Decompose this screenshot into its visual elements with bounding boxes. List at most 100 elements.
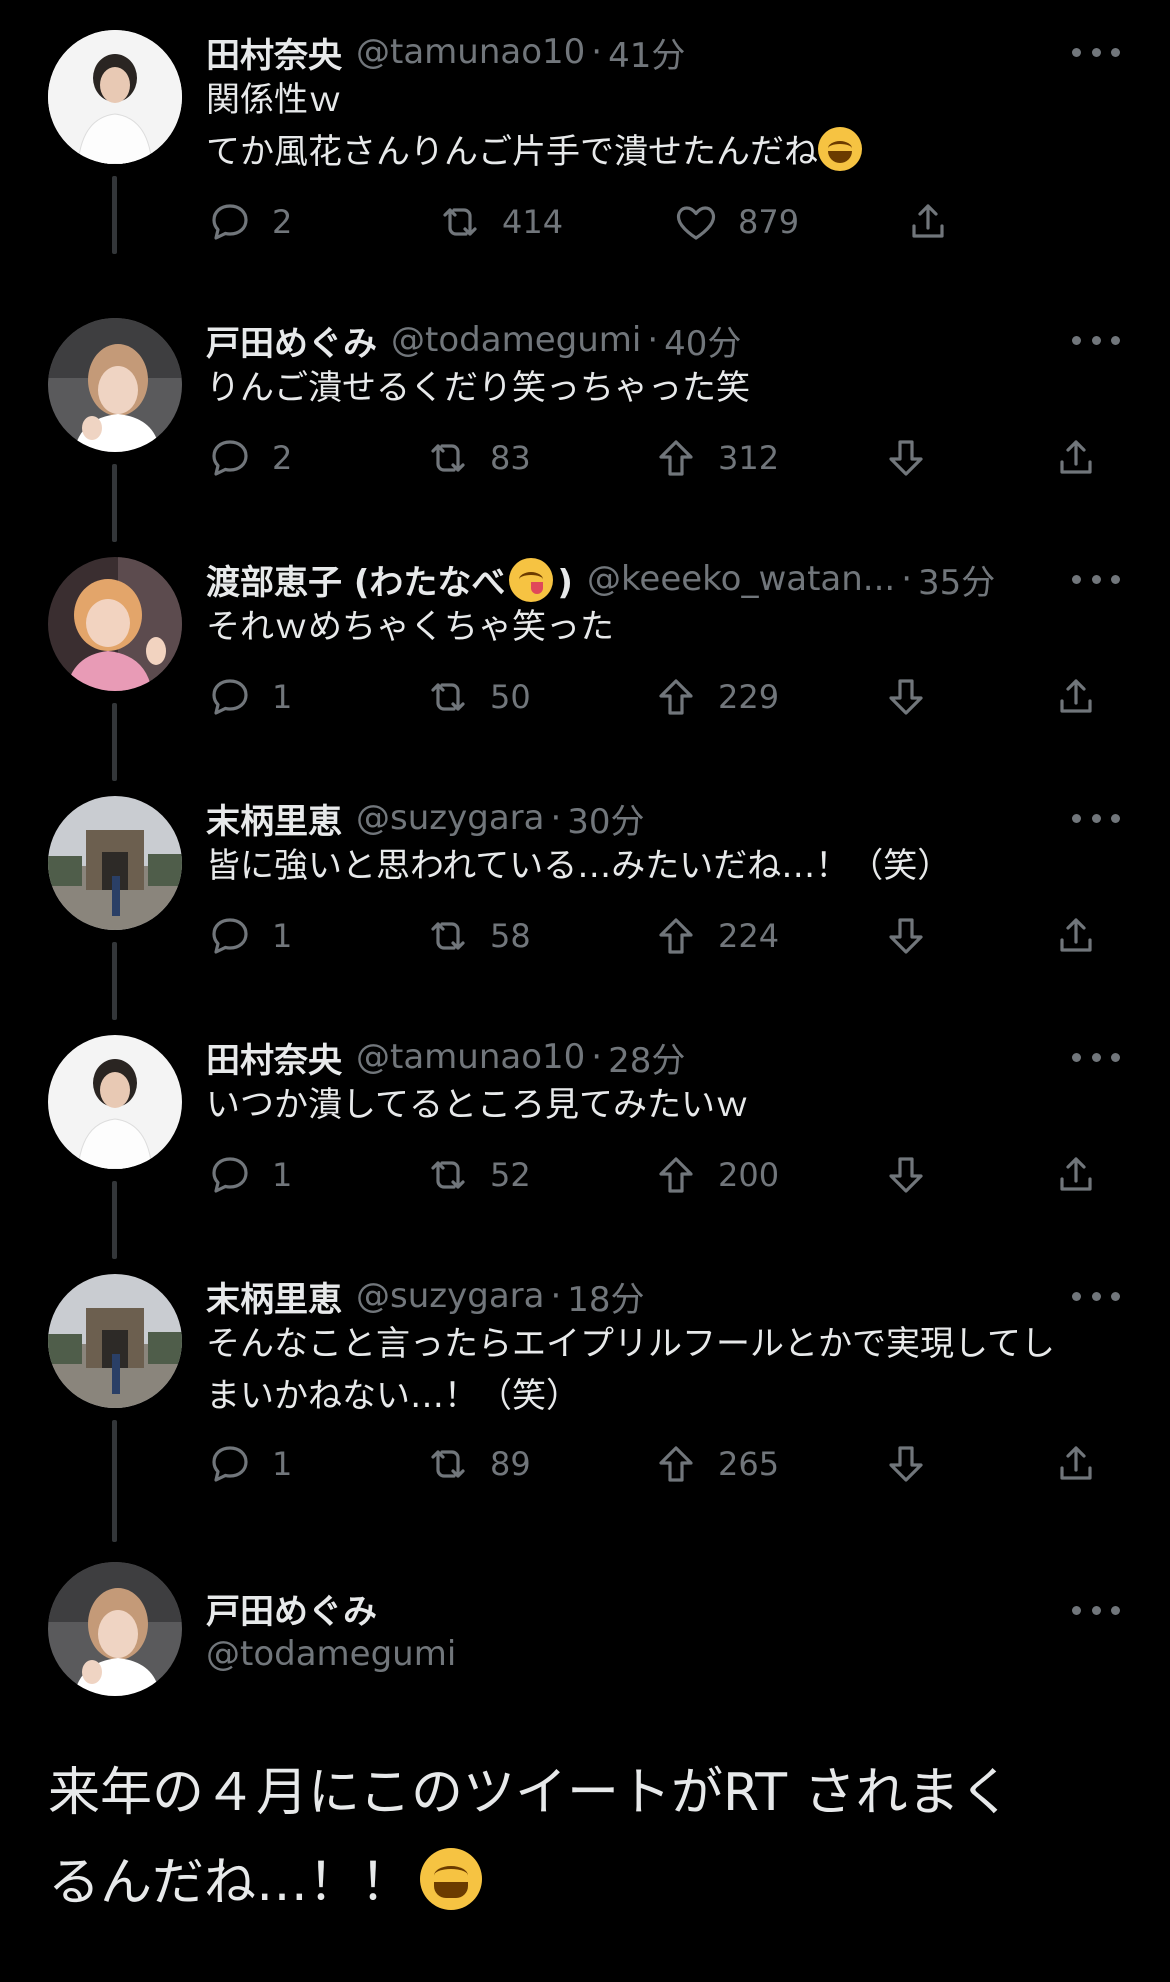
author-handle[interactable]: @keeeko_watan... [587,559,895,599]
main-tweet-text-line: るんだね…！！ [48,1853,413,1913]
retweet-button[interactable]: 414 [436,194,563,250]
avatar[interactable] [48,1035,182,1169]
upvote-button[interactable]: 200 [652,1147,779,1203]
separator-dot: · [591,32,603,72]
share-button[interactable] [1052,669,1100,725]
author-name[interactable]: 渡部恵子 (わたなべ) [206,555,573,604]
more-icon[interactable] [1072,1600,1120,1620]
share-button[interactable] [1052,1436,1100,1492]
tweet-time[interactable]: 28分 [608,1033,685,1082]
tweet-text: 関係性ｗ てか風花さんりんご片手で潰せたんだね [206,74,1116,178]
reply-button[interactable]: 1 [206,1436,292,1492]
retweet-button[interactable]: 89 [424,1436,531,1492]
author-name[interactable]: 戸田めぐみ [206,316,377,365]
upvote-count: 265 [718,1445,780,1483]
upvote-icon [659,918,693,954]
tweet-time[interactable]: 41分 [608,28,685,77]
tweet-text: そんなこと言ったらエイプリルフールとかで実現してし まいかねない…！（笑） [206,1318,1116,1422]
more-icon[interactable] [1072,1047,1120,1067]
reply-button[interactable]: 2 [206,194,292,250]
like-button[interactable]: 879 [672,194,799,250]
reply-count: 1 [272,1156,293,1194]
author-handle[interactable]: @suzygara [356,1276,544,1316]
author-name[interactable]: 田村奈央 [206,1033,342,1082]
reply-button[interactable]: 1 [206,908,292,964]
downvote-button[interactable] [882,430,930,486]
upvote-icon [659,440,693,476]
reply-button[interactable]: 1 [206,1147,292,1203]
thread-line [112,176,117,254]
avatar[interactable] [48,30,182,164]
downvote-icon [889,1157,923,1193]
upvote-button[interactable]: 229 [652,669,779,725]
retweet-button[interactable]: 52 [424,1147,531,1203]
upvote-button[interactable]: 224 [652,908,779,964]
downvote-icon [889,1446,923,1482]
avatar[interactable] [48,1274,182,1408]
share-button[interactable] [1052,1147,1100,1203]
reply-tweet[interactable]: 田村奈央 @tamunao10 · 28分 いつか潰してるところ見てみたいｗ 1… [0,1033,1170,1259]
upvote-count: 229 [718,678,780,716]
reply-icon [212,204,248,240]
reply-tweet[interactable]: 田村奈央 @tamunao10 · 41分 関係性ｗ てか風花さんりんご片手で潰… [0,28,1170,254]
upvote-button[interactable]: 265 [652,1436,779,1492]
reply-count: 2 [272,203,293,241]
share-button[interactable] [1052,430,1100,486]
downvote-button[interactable] [882,669,930,725]
tweet-time[interactable]: 18分 [567,1272,644,1321]
retweet-count: 58 [490,917,531,955]
author-name[interactable]: 戸田めぐみ [206,1584,377,1633]
reply-tweet[interactable]: 末柄里恵 @suzygara · 30分 皆に強いと思われている…みたいだね…！… [0,794,1170,1020]
reply-button[interactable]: 2 [206,430,292,486]
separator-dot: · [550,1276,562,1316]
retweet-count: 89 [490,1445,531,1483]
avatar[interactable] [48,1562,182,1696]
reply-tweet[interactable]: 戸田めぐみ @todamegumi · 40分 りんご潰せるくだり笑っちゃった笑… [0,316,1170,542]
upvote-count: 312 [718,439,780,477]
upvote-button[interactable]: 312 [652,430,779,486]
more-icon[interactable] [1072,1286,1120,1306]
downvote-button[interactable] [882,908,930,964]
author-handle[interactable]: @suzygara [356,798,544,838]
more-icon[interactable] [1072,42,1120,62]
retweet-button[interactable]: 83 [424,430,531,486]
author-name[interactable]: 末柄里恵 [206,794,342,843]
tweet-text-line: 関係性ｗ [206,80,342,120]
reply-button[interactable]: 1 [206,669,292,725]
avatar[interactable] [48,318,182,452]
thread-line [112,1181,117,1259]
avatar[interactable] [48,796,182,930]
share-button[interactable] [904,194,952,250]
retweet-button[interactable]: 58 [424,908,531,964]
tweet-time[interactable]: 35分 [918,555,995,604]
separator-dot: · [550,798,562,838]
reply-tweet[interactable]: 末柄里恵 @suzygara · 18分 そんなこと言ったらエイプリルフールとか… [0,1272,1170,1542]
downvote-button[interactable] [882,1147,930,1203]
author-name-suffix: ) [557,562,573,603]
more-icon[interactable] [1072,808,1120,828]
share-icon [1060,679,1092,713]
author-handle[interactable]: @tamunao10 [356,32,585,72]
reply-count: 1 [272,678,293,716]
face-with-tears-of-joy-icon [420,1848,483,1910]
author-handle[interactable]: @todamegumi [391,320,641,360]
more-icon[interactable] [1072,569,1120,589]
more-icon[interactable] [1072,330,1120,350]
face-with-tears-of-joy-icon [818,127,862,171]
reply-tweet[interactable]: 渡部恵子 (わたなべ) @keeeko_watan... · 35分 それｗめち… [0,555,1170,781]
retweet-button[interactable]: 50 [424,669,531,725]
downvote-button[interactable] [882,1436,930,1492]
author-handle[interactable]: @tamunao10 [356,1037,585,1077]
author-name[interactable]: 末柄里恵 [206,1272,342,1321]
like-count: 879 [738,203,800,241]
share-button[interactable] [1052,908,1100,964]
author-handle[interactable]: @todamegumi [206,1634,456,1674]
tweet-time[interactable]: 30分 [567,794,644,843]
reply-icon [212,1446,248,1482]
author-name[interactable]: 田村奈央 [206,28,342,77]
separator-dot: · [591,1037,603,1077]
face-savoring-food-icon [509,557,554,602]
avatar[interactable] [48,557,182,691]
retweet-count: 83 [490,439,531,477]
tweet-time[interactable]: 40分 [664,316,741,365]
